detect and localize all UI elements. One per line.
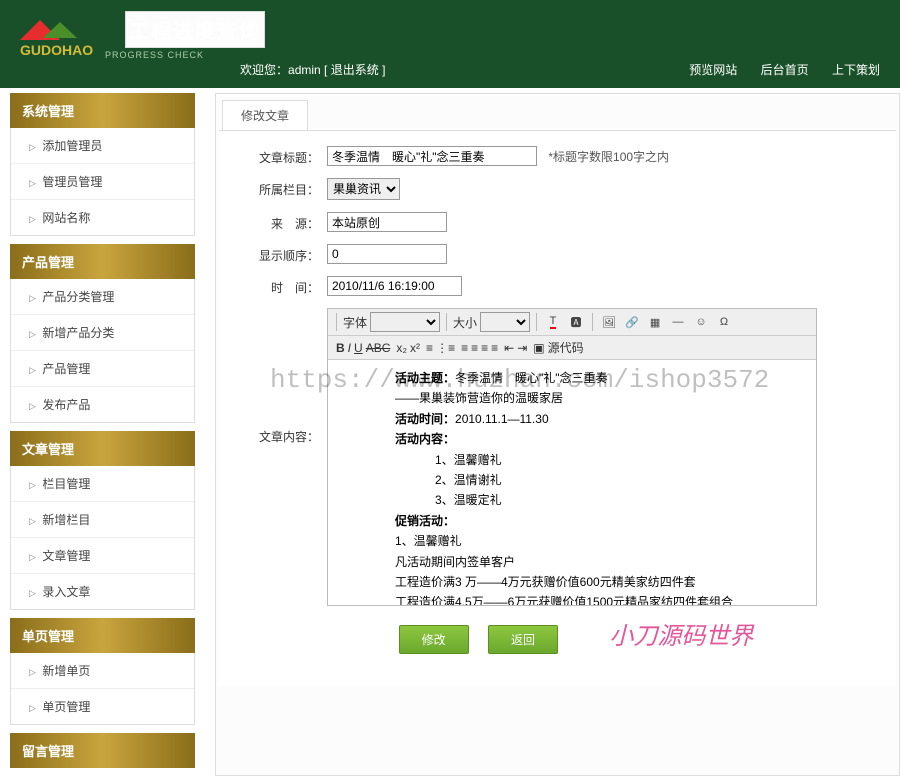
watermark-brand: 小刀源码世界 — [609, 624, 753, 650]
site-subtitle: PROGRESS CHECK — [105, 50, 265, 60]
align-justify-icon[interactable]: ≡ — [491, 341, 498, 355]
font-color-icon[interactable]: T — [543, 312, 563, 332]
select-size[interactable] — [480, 312, 530, 332]
rich-text-editor: 字体 大小 T 🅰 🖼 🔗 ▦ — — [327, 308, 817, 606]
sidebar-header-2: 文章管理 — [10, 431, 195, 466]
sidebar-item-2-3[interactable]: 录入文章 — [11, 574, 194, 609]
back-button[interactable]: 返回 — [488, 625, 558, 654]
editor-content[interactable]: 活动主题：冬季温情 暖心"礼"念三重奏 ——果巢装饰营造你的温暖家居 活动时间：… — [328, 360, 816, 605]
align-right-icon[interactable]: ≡ — [481, 341, 488, 355]
logout-link[interactable]: 退出系统 — [331, 63, 379, 77]
sidebar-item-2-2[interactable]: 文章管理 — [11, 538, 194, 574]
editor-toolbar-1: 字体 大小 T 🅰 🖼 🔗 ▦ — — [328, 309, 816, 336]
logo-area: GUDOHAO 工程进度查询 PROGRESS CHECK — [15, 10, 265, 60]
source-icon[interactable]: ▣ — [533, 341, 544, 355]
special-icon[interactable]: Ω — [714, 312, 734, 332]
welcome-text: 欢迎您：admin [ 退出系统 ] — [240, 61, 385, 78]
source-btn[interactable]: 源代码 — [548, 339, 584, 356]
main-panel: 修改文章 文章标题： *标题字数限100字之内 所属栏目： 果巢资讯 来 源： — [215, 93, 900, 776]
italic-icon[interactable]: I — [348, 341, 351, 355]
top-nav: 预览网站 后台首页 上下策划 — [669, 61, 880, 78]
subscript-icon[interactable]: x₂ — [396, 341, 407, 355]
sidebar-item-1-3[interactable]: 发布产品 — [11, 387, 194, 422]
label-order: 显示顺序： — [249, 244, 319, 264]
image-icon[interactable]: 🖼 — [599, 312, 619, 332]
nav-home[interactable]: 后台首页 — [761, 63, 809, 77]
ol-icon[interactable]: ≡ — [426, 341, 433, 355]
label-time: 时 间： — [249, 276, 319, 296]
input-time[interactable] — [327, 276, 462, 296]
sidebar-item-0-0[interactable]: 添加管理员 — [11, 128, 194, 164]
link-icon[interactable]: 🔗 — [622, 312, 642, 332]
sidebar: 系统管理添加管理员管理员管理网站名称产品管理产品分类管理新增产品分类产品管理发布… — [10, 93, 195, 776]
sidebar-header-1: 产品管理 — [10, 244, 195, 279]
select-font[interactable] — [370, 312, 440, 332]
select-column[interactable]: 果巢资讯 — [327, 178, 400, 200]
sidebar-item-1-0[interactable]: 产品分类管理 — [11, 279, 194, 315]
save-button[interactable]: 修改 — [399, 625, 469, 654]
nav-preview[interactable]: 预览网站 — [689, 63, 737, 77]
top-header: GUDOHAO 工程进度查询 PROGRESS CHECK 欢迎您：admin … — [0, 0, 900, 88]
sidebar-item-3-1[interactable]: 单页管理 — [11, 689, 194, 724]
svg-text:GUDOHAO: GUDOHAO — [20, 42, 93, 58]
sidebar-item-0-2[interactable]: 网站名称 — [11, 200, 194, 235]
bold-icon[interactable]: B — [336, 341, 345, 355]
hr-icon[interactable]: — — [668, 312, 688, 332]
emoji-icon[interactable]: ☺ — [691, 312, 711, 332]
editor-toolbar-2: B I U ABC x₂ x² ≡ ⋮≡ ≡ ≡ — [328, 336, 816, 360]
indent-icon[interactable]: ⇥ — [517, 341, 527, 355]
sidebar-header-3: 单页管理 — [10, 618, 195, 653]
title-hint: *标题字数限100字之内 — [548, 150, 669, 164]
table-icon[interactable]: ▦ — [645, 312, 665, 332]
sidebar-item-3-0[interactable]: 新增单页 — [11, 653, 194, 689]
underline-icon[interactable]: U — [354, 341, 363, 355]
logo-icon: GUDOHAO — [15, 10, 95, 60]
sidebar-header-4: 留言管理 — [10, 733, 195, 768]
sidebar-item-1-2[interactable]: 产品管理 — [11, 351, 194, 387]
site-title: 工程进度查询 — [125, 11, 265, 48]
strike-icon[interactable]: ABC — [366, 341, 391, 355]
align-center-icon[interactable]: ≡ — [471, 341, 478, 355]
sidebar-item-1-1[interactable]: 新增产品分类 — [11, 315, 194, 351]
sidebar-item-2-0[interactable]: 栏目管理 — [11, 466, 194, 502]
label-source: 来 源： — [249, 212, 319, 232]
sidebar-item-2-1[interactable]: 新增栏目 — [11, 502, 194, 538]
sidebar-item-0-1[interactable]: 管理员管理 — [11, 164, 194, 200]
align-left-icon[interactable]: ≡ — [461, 341, 468, 355]
input-source[interactable] — [327, 212, 447, 232]
sidebar-header-0: 系统管理 — [10, 93, 195, 128]
input-order[interactable] — [327, 244, 447, 264]
label-column: 所属栏目： — [249, 178, 319, 198]
ul-icon[interactable]: ⋮≡ — [436, 341, 455, 355]
nav-strategy[interactable]: 上下策划 — [832, 63, 880, 77]
bg-color-icon[interactable]: 🅰 — [566, 312, 586, 332]
tab-edit-article[interactable]: 修改文章 — [222, 100, 308, 130]
outdent-icon[interactable]: ⇤ — [504, 341, 514, 355]
input-article-title[interactable] — [327, 146, 537, 166]
label-content: 文章内容： — [249, 308, 319, 445]
label-title: 文章标题： — [249, 146, 319, 166]
superscript-icon[interactable]: x² — [410, 341, 420, 355]
